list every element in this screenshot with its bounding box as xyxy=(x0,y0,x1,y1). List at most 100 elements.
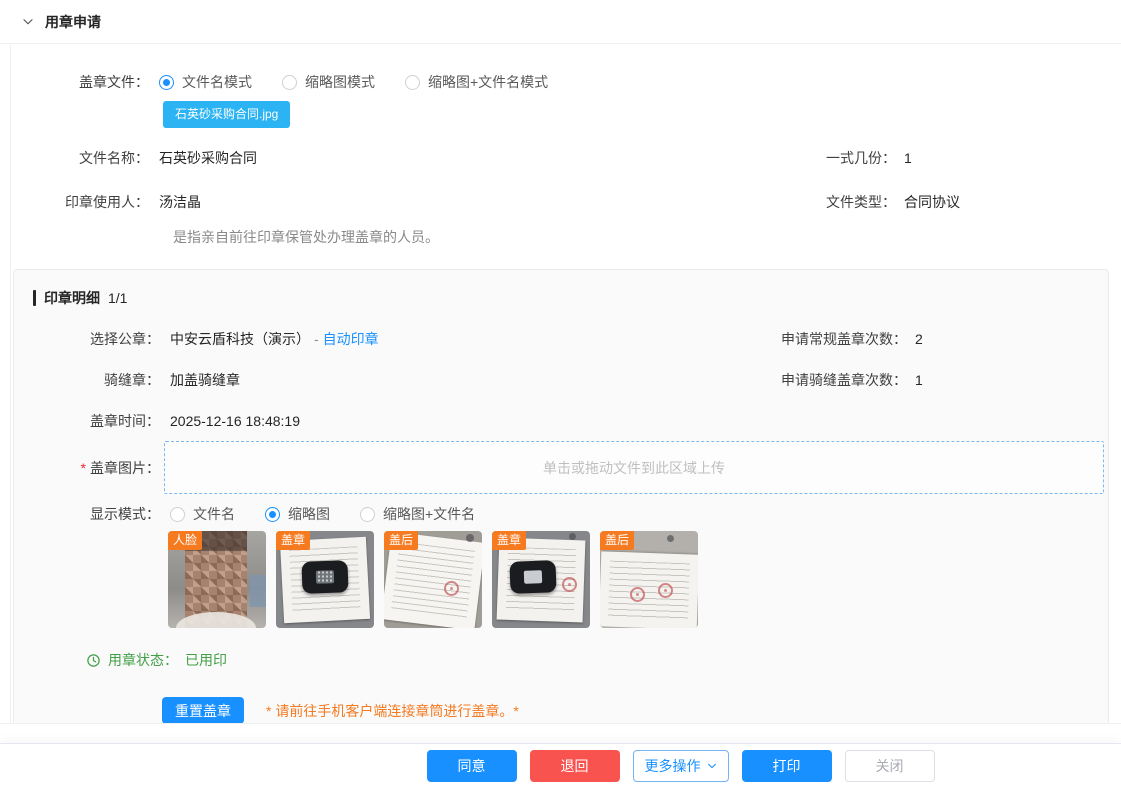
thumbnail-list: 人脸 盖章 盖后 盖章 xyxy=(22,531,1108,628)
red-seal-mark xyxy=(444,581,459,596)
more-actions-button[interactable]: 更多操作 xyxy=(633,750,729,782)
panel-header: 用章申请 xyxy=(0,0,1121,44)
display-mode-radio-group: 文件名 缩略图 缩略图+文件名 xyxy=(170,504,475,524)
seal-select-row: 选择公章： 中安云盾科技（演示）-自动印章 申请常规盖章次数： 2 xyxy=(22,329,1108,349)
copies-value: 1 xyxy=(904,150,912,166)
copies-field: 一式几份： 1 xyxy=(746,148,912,168)
file-tag-row: 石英砂采购合同.jpg xyxy=(11,101,1121,128)
red-seal-mark xyxy=(630,587,645,602)
radio-selected-icon xyxy=(265,507,280,522)
radio-label: 缩略图 xyxy=(288,504,330,524)
file-type-label: 文件类型： xyxy=(746,192,896,212)
stamp-file-row: 盖章文件： 文件名模式 缩略图模式 缩略图+文件名模式 xyxy=(11,72,1121,92)
agree-button[interactable]: 同意 xyxy=(427,750,517,782)
seal-user-hint: 是指亲自前往印章保管处办理盖章的人员。 xyxy=(11,227,1121,247)
cross-seal-label: 骑缝章： xyxy=(22,370,160,390)
radio-unselected-icon xyxy=(282,75,297,90)
thumbnail-badge: 盖章 xyxy=(492,531,526,550)
seal-user-label: 印章使用人： xyxy=(11,192,149,212)
seal-company: 中安云盾科技（演示） xyxy=(170,331,310,347)
radio-thumbnail-mode[interactable]: 缩略图模式 xyxy=(282,72,375,92)
separator: - xyxy=(314,331,319,347)
chevron-down-icon xyxy=(707,761,717,771)
radio-unselected-icon xyxy=(360,507,375,522)
thumbnail-badge: 盖后 xyxy=(384,531,418,550)
radio-filename-mode[interactable]: 文件名模式 xyxy=(159,72,252,92)
normal-count-label: 申请常规盖章次数： xyxy=(757,329,907,349)
stamp-time-value: 2025-12-16 18:48:19 xyxy=(170,413,300,429)
radio-display-filename[interactable]: 文件名 xyxy=(170,504,235,524)
radio-label: 缩略图+文件名模式 xyxy=(428,72,548,92)
upload-dropzone[interactable]: 单击或拖动文件到此区域上传 xyxy=(164,441,1104,494)
copies-label: 一式几份： xyxy=(746,148,896,168)
thumbnail-stamping-photo[interactable]: 盖章 xyxy=(276,531,374,628)
stamp-images-label: *盖章图片： xyxy=(22,458,160,478)
seal-user-row: 印章使用人： 汤洁晶 文件类型： 合同协议 xyxy=(11,192,1121,212)
stamp-images-row: *盖章图片： 单击或拖动文件到此区域上传 xyxy=(22,441,1108,494)
close-button[interactable]: 关闭 xyxy=(845,750,935,782)
display-mode-row: 显示模式： 文件名 缩略图 缩略图+文件名 xyxy=(22,504,1108,524)
file-type-field: 文件类型： 合同协议 xyxy=(746,192,960,212)
seal-status-label: 用章状态： xyxy=(108,650,178,670)
footer-action-bar: 同意 退回 更多操作 打印 关闭 xyxy=(0,743,1121,787)
more-actions-label: 更多操作 xyxy=(645,756,701,776)
radio-label: 文件名 xyxy=(193,504,235,524)
cross-seal-row: 骑缝章： 加盖骑缝章 申请骑缝盖章次数： 1 xyxy=(22,370,1108,390)
thumbnail-face-photo[interactable]: 人脸 xyxy=(168,531,266,628)
seal-select-value: 中安云盾科技（演示）-自动印章 xyxy=(170,329,379,349)
thumbnail-badge: 人脸 xyxy=(168,531,202,550)
seal-detail-page-indicator: 1/1 xyxy=(108,290,127,306)
seal-status-row: 用章状态： 已用印 xyxy=(22,650,1108,670)
file-name-row: 文件名称： 石英砂采购合同 一式几份： 1 xyxy=(11,148,1121,168)
seal-detail-title-text: 印章明细 xyxy=(44,288,100,308)
mobile-client-warning: * 请前往手机客户端连接章筒进行盖章。* xyxy=(266,701,519,721)
seal-user-value: 汤洁晶 xyxy=(159,192,201,212)
thumbnail-badge: 盖后 xyxy=(600,531,634,550)
reset-stamp-button[interactable]: 重置盖章 xyxy=(162,697,244,723)
print-button[interactable]: 打印 xyxy=(742,750,832,782)
stamp-time-label: 盖章时间： xyxy=(22,411,160,431)
reset-row: 重置盖章 * 请前往手机客户端连接章筒进行盖章。* xyxy=(22,697,1108,723)
cross-count-value: 1 xyxy=(915,372,923,388)
panel-bottom-divider xyxy=(0,723,1121,724)
radio-label: 缩略图+文件名 xyxy=(383,504,475,524)
required-asterisk: * xyxy=(81,460,86,476)
radio-thumb-filename-mode[interactable]: 缩略图+文件名模式 xyxy=(405,72,548,92)
red-seal-mark xyxy=(562,577,577,592)
thumbnail-badge: 盖章 xyxy=(276,531,310,550)
file-type-value: 合同协议 xyxy=(904,192,960,212)
stamp-device-image xyxy=(301,560,348,594)
radio-label: 缩略图模式 xyxy=(305,72,375,92)
radio-unselected-icon xyxy=(170,507,185,522)
normal-count-value: 2 xyxy=(915,331,923,347)
stamp-file-radio-group: 文件名模式 缩略图模式 缩略图+文件名模式 xyxy=(159,72,548,92)
title-bar-decoration xyxy=(33,290,36,306)
file-tag[interactable]: 石英砂采购合同.jpg xyxy=(163,101,290,128)
seal-select-label: 选择公章： xyxy=(22,329,160,349)
cross-seal-value: 加盖骑缝章 xyxy=(170,370,240,390)
file-name-value: 石英砂采购合同 xyxy=(159,148,257,168)
cross-count-field: 申请骑缝盖章次数： 1 xyxy=(757,370,923,390)
display-mode-label: 显示模式： xyxy=(22,504,160,524)
seal-detail-title: 印章明细 1/1 xyxy=(22,288,1108,308)
radio-display-thumbnail[interactable]: 缩略图 xyxy=(265,504,330,524)
thumbnail-stamped-photo[interactable]: 盖后 xyxy=(600,531,698,628)
form-content: 盖章文件： 文件名模式 缩略图模式 缩略图+文件名模式 石英砂采购合同.jpg … xyxy=(10,44,1121,723)
page-title: 用章申请 xyxy=(45,12,101,32)
return-button[interactable]: 退回 xyxy=(530,750,620,782)
file-name-label: 文件名称： xyxy=(11,148,149,168)
stamp-file-label: 盖章文件： xyxy=(11,72,149,92)
radio-label: 文件名模式 xyxy=(182,72,252,92)
stamp-time-row: 盖章时间： 2025-12-16 18:48:19 xyxy=(22,411,1108,431)
stamped-paper-image xyxy=(600,551,698,628)
radio-unselected-icon xyxy=(405,75,420,90)
radio-display-thumb-filename[interactable]: 缩略图+文件名 xyxy=(360,504,475,524)
thumbnail-stamping-photo[interactable]: 盖章 xyxy=(492,531,590,628)
thumbnail-stamped-photo[interactable]: 盖后 xyxy=(384,531,482,628)
collapse-chevron-icon[interactable] xyxy=(22,16,34,28)
stamp-device-image xyxy=(510,560,557,594)
upload-hint-text: 单击或拖动文件到此区域上传 xyxy=(543,458,725,478)
normal-count-field: 申请常规盖章次数： 2 xyxy=(757,329,923,349)
auto-seal-link[interactable]: 自动印章 xyxy=(323,331,379,347)
clock-icon xyxy=(86,653,101,668)
